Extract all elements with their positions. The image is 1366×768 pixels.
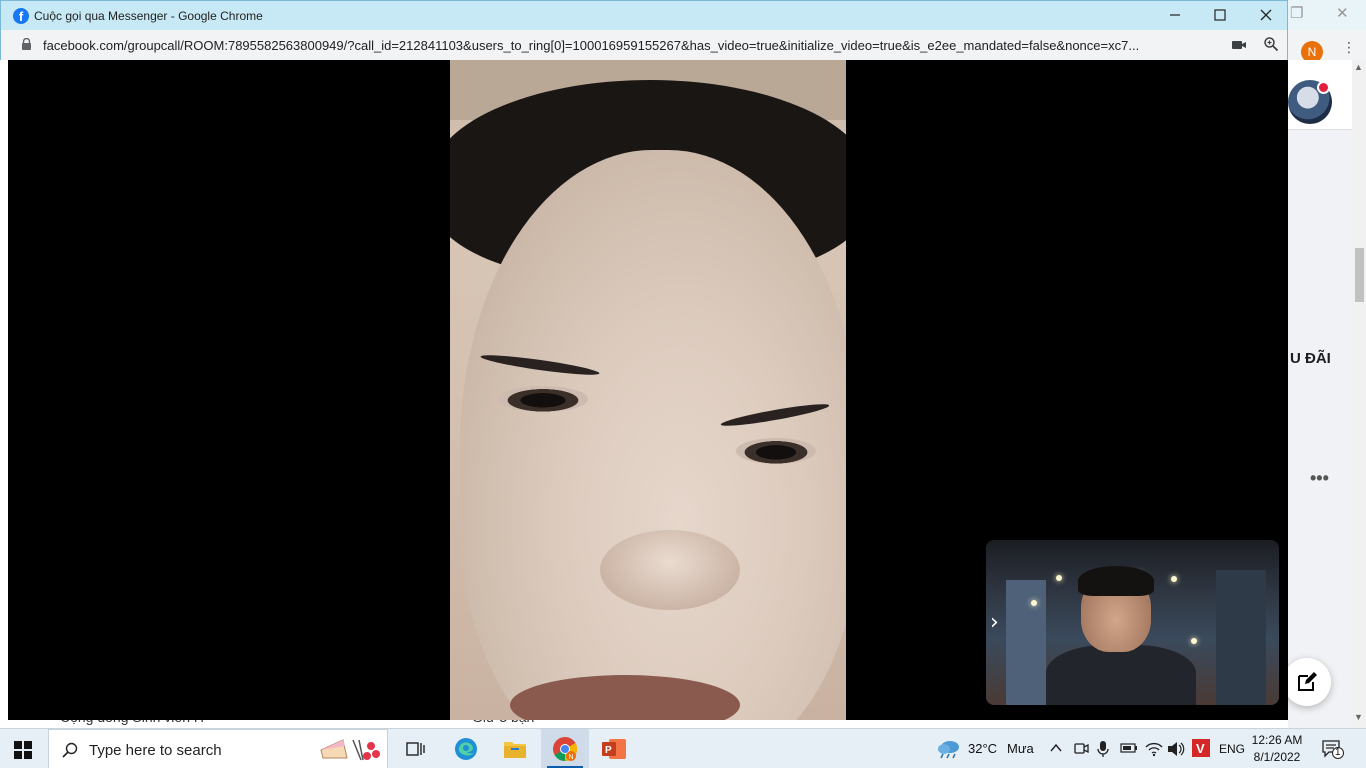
file-explorer-button[interactable]: [491, 729, 539, 768]
clock[interactable]: 12:26 AM 8/1/2022: [1248, 732, 1306, 766]
search-highlight-icon[interactable]: [319, 736, 383, 764]
call-stage[interactable]: ›: [8, 60, 1288, 720]
video-light: [1171, 576, 1177, 582]
edge-taskbar-button[interactable]: [442, 729, 490, 768]
video-background: [1006, 580, 1046, 705]
maximize-icon: [1214, 9, 1226, 21]
minimize-button[interactable]: [1152, 1, 1198, 31]
camera-in-use-icon[interactable]: [1231, 38, 1247, 52]
windows-start-icon[interactable]: [14, 741, 32, 759]
notification-count: 1: [1335, 747, 1341, 758]
video-background: [1216, 570, 1266, 705]
page-scrollbar[interactable]: ▲ ▼: [1352, 60, 1366, 728]
zoom-icon[interactable]: [1263, 36, 1279, 52]
self-video-body: [1046, 645, 1196, 705]
task-view-icon: [406, 742, 425, 756]
scroll-up-icon[interactable]: ▲: [1354, 62, 1363, 72]
window-titlebar[interactable]: f Cuộc gọi qua Messenger - Google Chrome: [0, 0, 1288, 30]
chrome-taskbar-button[interactable]: N: [541, 729, 589, 768]
microphone-icon[interactable]: [1096, 740, 1110, 758]
close-button[interactable]: [1243, 1, 1289, 31]
video-light: [1031, 600, 1037, 606]
scroll-down-icon[interactable]: ▼: [1354, 712, 1363, 722]
video-light: [1191, 638, 1197, 644]
notification-dot: [1317, 81, 1330, 94]
clock-time: 12:26 AM: [1251, 733, 1303, 747]
minimize-icon: [1170, 14, 1180, 16]
meet-now-icon[interactable]: [1073, 741, 1089, 757]
task-view-button[interactable]: [392, 729, 440, 768]
url-text[interactable]: facebook.com/groupcall/ROOM:789558256380…: [43, 38, 1219, 53]
powerpoint-taskbar-button[interactable]: P: [590, 729, 638, 768]
close-icon: [1260, 9, 1272, 21]
battery-icon[interactable]: [1120, 742, 1138, 754]
powerpoint-icon: P: [602, 739, 626, 759]
right-sidebar: [1288, 130, 1352, 728]
scrollbar-thumb[interactable]: [1355, 248, 1364, 302]
facebook-logo-icon: f: [13, 8, 29, 24]
search-placeholder: Type here to search: [89, 742, 222, 759]
wifi-icon[interactable]: [1145, 741, 1163, 757]
weather-description[interactable]: Mưa: [1007, 741, 1034, 756]
restore-icon[interactable]: ❐: [1290, 4, 1303, 22]
messenger-call-window: f Cuộc gọi qua Messenger - Google Chrome…: [0, 0, 1288, 720]
edge-icon: [455, 738, 477, 760]
svg-text:N: N: [569, 754, 574, 761]
svg-text:V: V: [1196, 741, 1205, 756]
video-eye-left: [498, 386, 588, 412]
new-message-icon[interactable]: [1283, 658, 1331, 706]
taskbar: Type here to search N P 32°C Mưa V ENG 1…: [0, 728, 1366, 768]
video-face: [460, 150, 846, 720]
folder-icon: [504, 742, 526, 758]
weather-temperature[interactable]: 32°C: [968, 741, 997, 756]
address-bar[interactable]: facebook.com/groupcall/ROOM:789558256380…: [0, 30, 1288, 60]
more-options-icon[interactable]: •••: [1310, 468, 1329, 489]
chevron-up-icon[interactable]: [1050, 743, 1062, 753]
unikey-icon[interactable]: V: [1192, 739, 1210, 757]
chrome-menu-icon[interactable]: ⋮: [1342, 40, 1356, 56]
video-light: [1056, 575, 1062, 581]
search-icon: [62, 742, 78, 758]
video-eye-right: [736, 438, 816, 464]
chrome-icon: N: [553, 737, 578, 761]
self-video-hair: [1078, 566, 1154, 596]
taskbar-search[interactable]: Type here to search: [48, 729, 388, 768]
self-preview-video[interactable]: ›: [986, 540, 1279, 705]
close-icon[interactable]: ✕: [1336, 4, 1349, 22]
window-title: Cuộc gọi qua Messenger - Google Chrome: [34, 9, 263, 23]
language-indicator[interactable]: ENG: [1219, 742, 1245, 756]
weather-rain-icon[interactable]: [937, 739, 961, 759]
remote-participant-video[interactable]: [450, 60, 846, 720]
svg-text:P: P: [605, 745, 612, 756]
chevron-right-icon[interactable]: ›: [990, 610, 999, 635]
volume-icon[interactable]: [1167, 741, 1185, 757]
video-nose: [600, 530, 740, 610]
maximize-button[interactable]: [1197, 1, 1243, 31]
clock-date: 8/1/2022: [1253, 750, 1301, 764]
sidebar-text: U ĐÃI: [1290, 350, 1331, 367]
lock-icon[interactable]: [21, 38, 32, 50]
